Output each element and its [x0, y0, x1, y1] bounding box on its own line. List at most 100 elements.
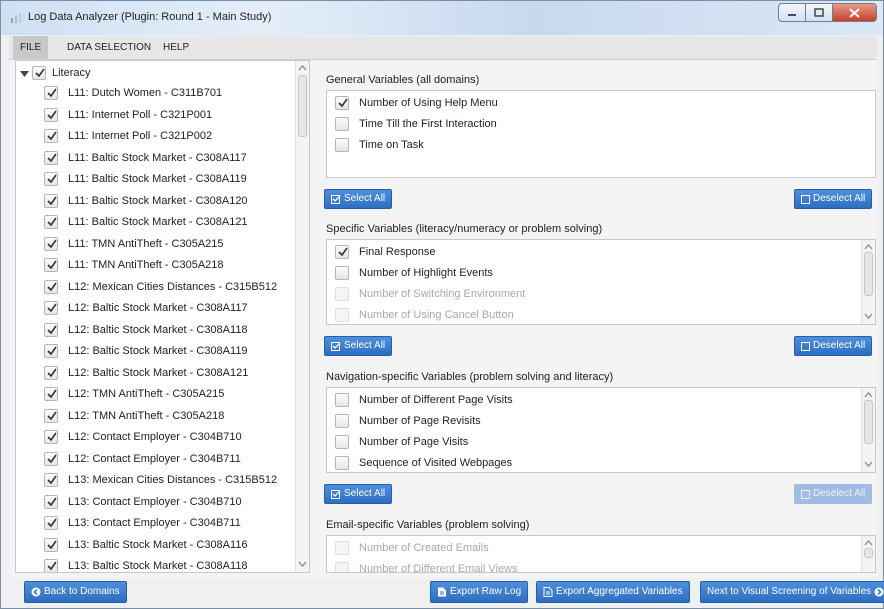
- variable-item[interactable]: Final Response: [335, 243, 435, 261]
- checkbox[interactable]: [32, 66, 46, 80]
- tree-scroll-thumb[interactable]: [298, 75, 307, 137]
- checkbox[interactable]: [44, 172, 58, 186]
- tree-item[interactable]: L12: Baltic Stock Market - C308A118: [44, 321, 248, 339]
- tree-item[interactable]: L12: Baltic Stock Market - C308A117: [44, 299, 248, 317]
- tree-item[interactable]: L13: Contact Employer - C304B710: [44, 493, 242, 511]
- list-scroll-thumb[interactable]: [864, 400, 873, 444]
- checkbox[interactable]: [44, 193, 58, 208]
- checkbox[interactable]: [44, 322, 58, 337]
- checkbox[interactable]: [335, 96, 349, 110]
- checkbox[interactable]: [44, 365, 58, 380]
- tree-item[interactable]: L13: Mexican Cities Distances - C315B512: [44, 471, 277, 489]
- checkbox[interactable]: [44, 494, 58, 509]
- checkbox[interactable]: [44, 387, 58, 401]
- checkbox[interactable]: [335, 414, 349, 428]
- export-aggregated-button[interactable]: Export Aggregated Variables: [536, 581, 690, 603]
- checkbox[interactable]: [44, 279, 58, 294]
- checkbox[interactable]: [44, 408, 58, 423]
- list-scrollbar[interactable]: [861, 240, 875, 324]
- navigation-select-all-button[interactable]: Select All: [324, 484, 393, 504]
- tree-item[interactable]: L11: Baltic Stock Market - C308A120: [44, 192, 248, 210]
- tree-item[interactable]: L11: Internet Poll - C321P001: [44, 106, 212, 124]
- scroll-up-icon[interactable]: [298, 64, 307, 71]
- checkbox[interactable]: [44, 344, 58, 358]
- tree-item[interactable]: L13: Baltic Stock Market - C308A118: [44, 557, 248, 572]
- checkbox[interactable]: [44, 537, 58, 552]
- variable-item[interactable]: Sequence of Visited Webpages: [335, 454, 512, 472]
- checkbox[interactable]: [44, 150, 58, 165]
- tree-item[interactable]: L11: TMN AntiTheft - C305A215: [44, 235, 224, 253]
- variable-item[interactable]: Time Till the First Interaction: [335, 115, 497, 133]
- checkbox[interactable]: [335, 393, 349, 407]
- tree-item[interactable]: L12: Mexican Cities Distances - C315B512: [44, 278, 277, 296]
- checkbox[interactable]: [44, 258, 58, 272]
- tree-item[interactable]: L12: Contact Employer - C304B711: [44, 450, 241, 468]
- title-bar[interactable]: Log Data Analyzer (Plugin: Round 1 - Mai…: [1, 1, 883, 35]
- tree-root-literacy[interactable]: Literacy: [20, 65, 91, 81]
- scroll-down-icon[interactable]: [864, 461, 873, 468]
- general-deselect-all-button[interactable]: Deselect All: [794, 189, 873, 209]
- list-scrollbar[interactable]: [861, 388, 875, 472]
- specific-deselect-all-button[interactable]: Deselect All: [794, 336, 873, 356]
- checkbox[interactable]: [335, 245, 349, 259]
- tree-item[interactable]: L13: Baltic Stock Market - C308A116: [44, 536, 248, 554]
- expand-arrow-icon[interactable]: [20, 69, 29, 78]
- next-visual-screening-button[interactable]: Next to Visual Screening of Variables: [700, 581, 884, 603]
- tree-item[interactable]: L12: Baltic Stock Market - C308A119: [44, 342, 248, 360]
- variable-item[interactable]: Number of Different Page Visits: [335, 391, 513, 409]
- maximize-button[interactable]: [805, 3, 832, 22]
- variable-item[interactable]: Number of Highlight Events: [335, 264, 493, 282]
- checkbox[interactable]: [335, 562, 349, 572]
- scroll-up-icon[interactable]: [864, 539, 873, 546]
- variable-item[interactable]: Time on Task: [335, 136, 424, 154]
- tree-item[interactable]: L11: Baltic Stock Market - C308A119: [44, 170, 247, 188]
- scroll-down-icon[interactable]: [298, 561, 307, 568]
- tree-item[interactable]: L11: Internet Poll - C321P002: [44, 127, 212, 145]
- scroll-up-icon[interactable]: [864, 391, 873, 398]
- tree-item[interactable]: L11: Dutch Women - C311B701: [44, 84, 222, 102]
- menu-data-selection[interactable]: DATA SELECTION: [60, 36, 158, 59]
- list-scroll-thumb[interactable]: [864, 548, 873, 558]
- checkbox[interactable]: [44, 107, 58, 122]
- checkbox[interactable]: [44, 473, 58, 487]
- checkbox[interactable]: [335, 117, 349, 131]
- variable-item[interactable]: Number of Using Help Menu: [335, 94, 498, 112]
- checkbox[interactable]: [335, 435, 349, 449]
- export-raw-log-button[interactable]: Export Raw Log: [430, 581, 529, 603]
- tree-item[interactable]: L13: Contact Employer - C304B711: [44, 514, 241, 532]
- tree-item[interactable]: L12: TMN AntiTheft - C305A215: [44, 385, 224, 403]
- checkbox[interactable]: [44, 301, 58, 315]
- scroll-down-icon[interactable]: [864, 313, 873, 320]
- menu-help[interactable]: HELP: [156, 36, 196, 59]
- checkbox[interactable]: [335, 541, 349, 555]
- tree-item[interactable]: L11: Baltic Stock Market - C308A117: [44, 149, 247, 167]
- variable-item[interactable]: Number of Page Visits: [335, 433, 468, 451]
- navigation-deselect-all-button[interactable]: Deselect All: [794, 484, 873, 504]
- close-button[interactable]: [832, 3, 877, 22]
- checkbox[interactable]: [44, 236, 58, 251]
- checkbox[interactable]: [44, 129, 58, 143]
- checkbox[interactable]: [44, 451, 58, 466]
- tree-item[interactable]: L12: Baltic Stock Market - C308A121: [44, 364, 248, 382]
- checkbox[interactable]: [44, 215, 58, 229]
- minimize-button[interactable]: [778, 3, 805, 22]
- checkbox[interactable]: [335, 287, 349, 301]
- checkbox[interactable]: [335, 456, 349, 470]
- tree-item[interactable]: L12: Contact Employer - C304B710: [44, 428, 242, 446]
- checkbox[interactable]: [335, 266, 349, 280]
- list-scrollbar[interactable]: [861, 536, 875, 572]
- tree-item[interactable]: L12: TMN AntiTheft - C305A218: [44, 407, 224, 425]
- checkbox[interactable]: [44, 430, 58, 444]
- back-to-domains-button[interactable]: Back to Domains: [24, 581, 127, 603]
- checkbox[interactable]: [335, 138, 349, 152]
- general-select-all-button[interactable]: Select All: [324, 189, 393, 209]
- tree-item[interactable]: L11: TMN AntiTheft - C305A218: [44, 256, 224, 274]
- checkbox[interactable]: [44, 559, 58, 572]
- specific-select-all-button[interactable]: Select All: [324, 336, 393, 356]
- menu-file[interactable]: FILE: [13, 36, 49, 59]
- tree-scrollbar[interactable]: [295, 61, 309, 572]
- tree-item[interactable]: L11: Baltic Stock Market - C308A121: [44, 213, 248, 231]
- variable-item[interactable]: Number of Page Revisits: [335, 412, 481, 430]
- checkbox[interactable]: [44, 86, 58, 100]
- checkbox[interactable]: [335, 308, 349, 322]
